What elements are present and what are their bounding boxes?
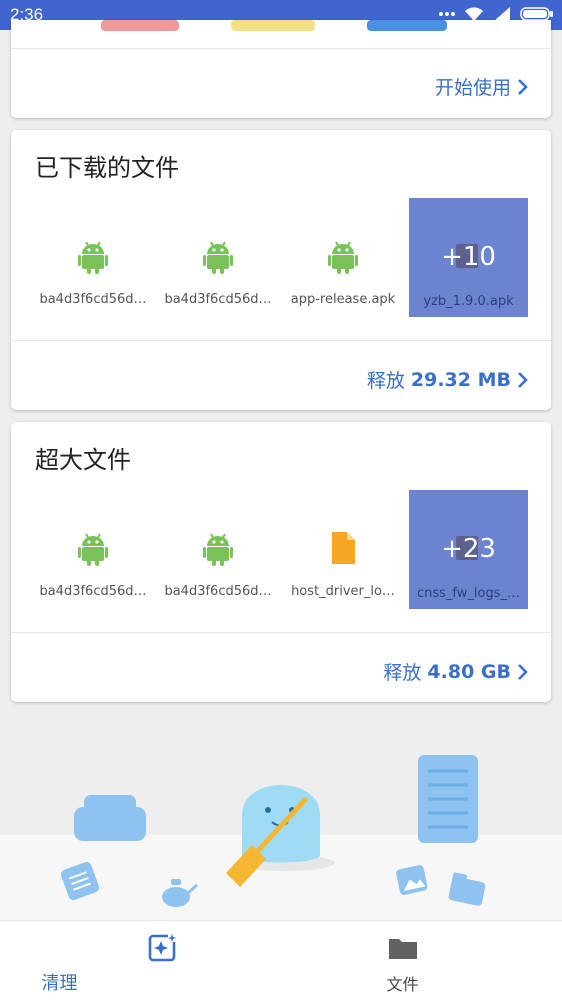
downloads-title: 已下载的文件 <box>35 154 179 182</box>
battery-icon <box>520 7 553 21</box>
free-size: 4.80 GB <box>427 660 511 683</box>
file-item[interactable]: ba4d3f6cd56d… <box>33 198 153 318</box>
android-icon <box>78 533 108 566</box>
clean-sparkle-icon <box>148 933 177 962</box>
android-icon <box>328 241 358 274</box>
downloads-card: 已下载的文件 ba4d3f6cd56d… ba4d3f6cd56d… app-r… <box>11 130 551 410</box>
chevron-right-icon <box>518 663 528 680</box>
bottom-navigation: 清理 文件 <box>0 920 562 1001</box>
promo-images <box>101 20 447 31</box>
get-started-button[interactable]: 开始使用 <box>435 73 529 100</box>
folder-icon <box>389 939 417 959</box>
more-files-tile[interactable]: +23 cnss_fw_logs_… <box>409 490 528 609</box>
android-icon <box>203 241 233 274</box>
more-dots-icon <box>439 12 455 16</box>
file-item[interactable]: ba4d3f6cd56d… <box>158 198 278 318</box>
file-name: ba4d3f6cd56d… <box>164 292 272 307</box>
more-files-tile[interactable]: +10 yzb_1.9.0.apk <box>409 198 528 317</box>
free-label: 释放 <box>383 662 422 684</box>
tab-clean-label: 清理 <box>41 973 78 994</box>
file-name: ba4d3f6cd56d… <box>39 584 147 599</box>
file-item[interactable]: ba4d3f6cd56d… <box>33 490 153 610</box>
document-icon <box>332 532 355 564</box>
sofa-icon <box>74 795 146 841</box>
divider <box>11 340 551 341</box>
file-name: ba4d3f6cd56d… <box>39 292 147 307</box>
file-item[interactable]: host_driver_lo… <box>283 490 403 610</box>
tab-files[interactable]: 文件 <box>261 921 542 1001</box>
free-size: 29.32 MB <box>410 368 511 391</box>
large-files-card: 超大文件 ba4d3f6cd56d… ba4d3f6cd56d… host_dr… <box>11 422 551 702</box>
cleaning-mascot-illustration <box>0 755 562 920</box>
divider <box>11 632 551 633</box>
cabinet-icon <box>418 755 478 843</box>
divider <box>11 48 551 49</box>
get-started-label: 开始使用 <box>434 77 511 99</box>
file-name: ba4d3f6cd56d… <box>164 584 272 599</box>
more-count: +23 <box>441 534 496 564</box>
large-files-title: 超大文件 <box>35 446 131 474</box>
downloads-file-list: ba4d3f6cd56d… ba4d3f6cd56d… app-release.… <box>11 198 551 318</box>
free-label: 释放 <box>366 370 405 392</box>
more-count: +10 <box>441 242 496 272</box>
tab-files-label: 文件 <box>386 975 419 994</box>
tab-clean[interactable]: 清理 <box>20 921 301 1001</box>
android-icon <box>78 241 108 274</box>
android-icon <box>203 533 233 566</box>
file-name: yzb_1.9.0.apk <box>423 294 514 309</box>
free-large-files-button[interactable]: 释放 4.80 GB <box>383 658 529 685</box>
promo-card: 开始使用 <box>11 20 551 118</box>
free-downloads-button[interactable]: 释放 29.32 MB <box>367 366 529 393</box>
file-name: cnss_fw_logs_… <box>416 586 520 601</box>
chevron-right-icon <box>518 371 528 388</box>
chevron-right-icon <box>518 78 528 95</box>
large-file-list: ba4d3f6cd56d… ba4d3f6cd56d… host_driver_… <box>11 490 551 610</box>
file-name: host_driver_lo… <box>291 584 395 599</box>
file-item[interactable]: ba4d3f6cd56d… <box>158 490 278 610</box>
file-item[interactable]: app-release.apk <box>283 198 403 318</box>
file-name: app-release.apk <box>290 292 396 307</box>
